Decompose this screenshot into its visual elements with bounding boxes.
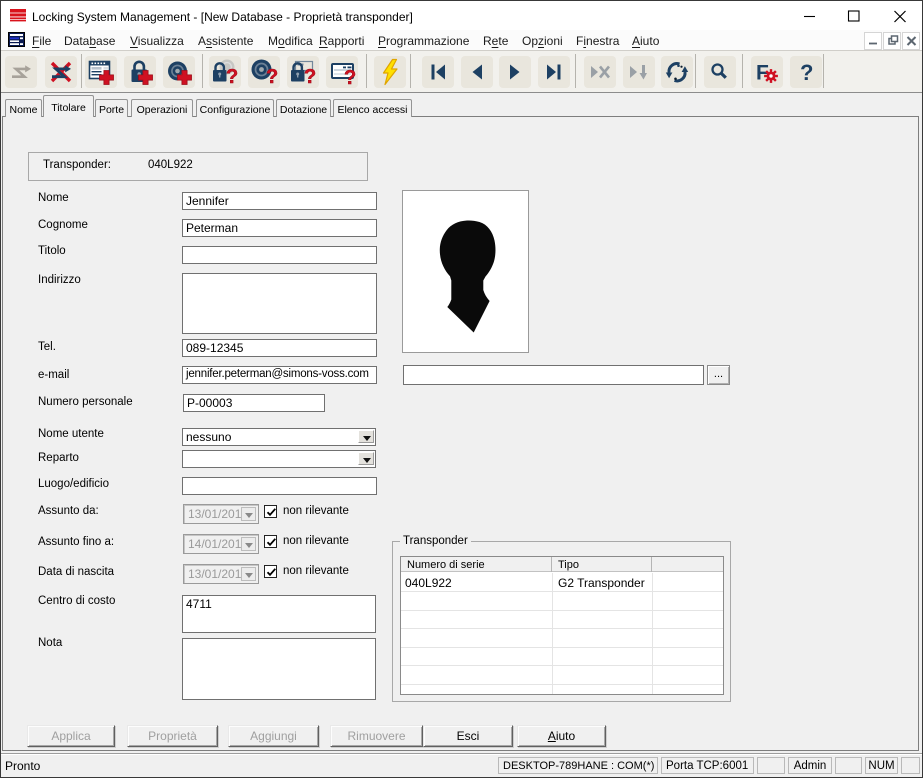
svg-text:?: ? (266, 66, 278, 88)
svg-text:?: ? (226, 66, 238, 88)
svg-text:?: ? (304, 66, 316, 88)
svg-text:?: ? (800, 60, 813, 85)
svg-text:?: ? (344, 67, 356, 88)
